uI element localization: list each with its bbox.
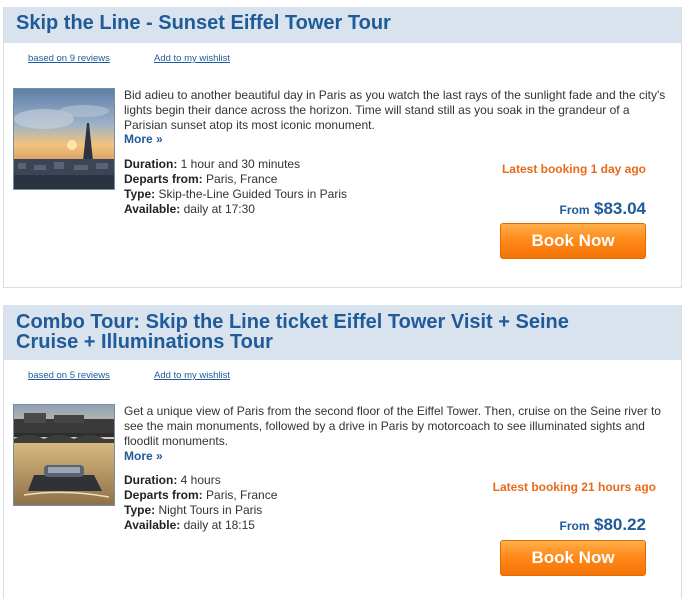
type-label: Type: — [124, 503, 156, 517]
reviews-link[interactable]: based on 9 reviews — [28, 53, 110, 64]
latest-booking: Latest booking 1 day ago — [501, 162, 646, 176]
book-now-button[interactable]: Book Now — [500, 540, 646, 576]
type-value: Skip-the-Line Guided Tours in Paris — [158, 187, 348, 201]
reviews-link[interactable]: based on 5 reviews — [28, 370, 110, 381]
type-label: Type: — [124, 187, 156, 201]
tour-title-line: Combo Tour: Skip the Line ticket Eiffel … — [16, 311, 569, 333]
duration-row: Duration: 4 hours — [124, 473, 277, 488]
available-value: daily at 18:15 — [183, 518, 255, 532]
available-label: Available: — [124, 202, 181, 216]
wishlist-link[interactable]: Add to my wishlist — [154, 370, 230, 381]
tour-thumbnail-seine-cruise[interactable] — [13, 404, 115, 506]
more-link[interactable]: More » — [124, 449, 163, 463]
tour-description: Get a unique view of Paris from the seco… — [124, 404, 661, 448]
tour-title-bar: Combo Tour: Skip the Line ticket Eiffel … — [4, 305, 681, 360]
tour-thumbnail-sunset[interactable] — [13, 88, 115, 190]
duration-value: 4 hours — [180, 473, 221, 487]
tour-title[interactable]: Combo Tour: Skip the Line ticket Eiffel … — [16, 312, 669, 352]
tour-title-bar: Skip the Line - Sunset Eiffel Tower Tour — [4, 7, 681, 43]
departs-label: Departs from: — [124, 172, 203, 186]
tour-card: Combo Tour: Skip the Line ticket Eiffel … — [3, 305, 682, 599]
departs-row: Departs from: Paris, France — [124, 488, 277, 503]
from-label: From — [559, 519, 590, 533]
tour-description: Bid adieu to another beautiful day in Pa… — [124, 88, 666, 132]
type-row: Type: Skip-the-Line Guided Tours in Pari… — [124, 187, 347, 202]
tour-title-line: Cruise + Illuminations Tour — [16, 331, 273, 353]
book-now-button[interactable]: Book Now — [500, 223, 646, 259]
tour-details: Duration: 1 hour and 30 minutes Departs … — [124, 157, 347, 217]
duration-value: 1 hour and 30 minutes — [180, 157, 301, 171]
departs-value: Paris, France — [206, 172, 278, 186]
available-label: Available: — [124, 518, 181, 532]
duration-label: Duration: — [124, 157, 178, 171]
price-row: From $80.22 — [560, 515, 646, 535]
price-row: From $83.04 — [560, 199, 646, 219]
departs-label: Departs from: — [124, 488, 203, 502]
tour-card: Skip the Line - Sunset Eiffel Tower Tour… — [3, 7, 682, 288]
wishlist-link[interactable]: Add to my wishlist — [154, 53, 230, 64]
available-value: daily at 17:30 — [183, 202, 255, 216]
more-link[interactable]: More » — [124, 132, 163, 146]
tour-links: based on 5 reviews Add to my wishlist — [28, 370, 272, 381]
tour-links: based on 9 reviews Add to my wishlist — [28, 53, 272, 64]
latest-booking: Latest booking 21 hours ago — [492, 480, 656, 494]
duration-label: Duration: — [124, 473, 178, 487]
tour-details: Duration: 4 hours Departs from: Paris, F… — [124, 473, 277, 533]
departs-row: Departs from: Paris, France — [124, 172, 347, 187]
duration-row: Duration: 1 hour and 30 minutes — [124, 157, 347, 172]
from-label: From — [559, 203, 590, 217]
tour-title[interactable]: Skip the Line - Sunset Eiffel Tower Tour — [16, 13, 669, 33]
price-value: $83.04 — [594, 199, 646, 218]
available-row: Available: daily at 18:15 — [124, 518, 277, 533]
type-row: Type: Night Tours in Paris — [124, 503, 277, 518]
departs-value: Paris, France — [206, 488, 278, 502]
type-value: Night Tours in Paris — [158, 503, 263, 517]
available-row: Available: daily at 17:30 — [124, 202, 347, 217]
price-value: $80.22 — [594, 515, 646, 534]
